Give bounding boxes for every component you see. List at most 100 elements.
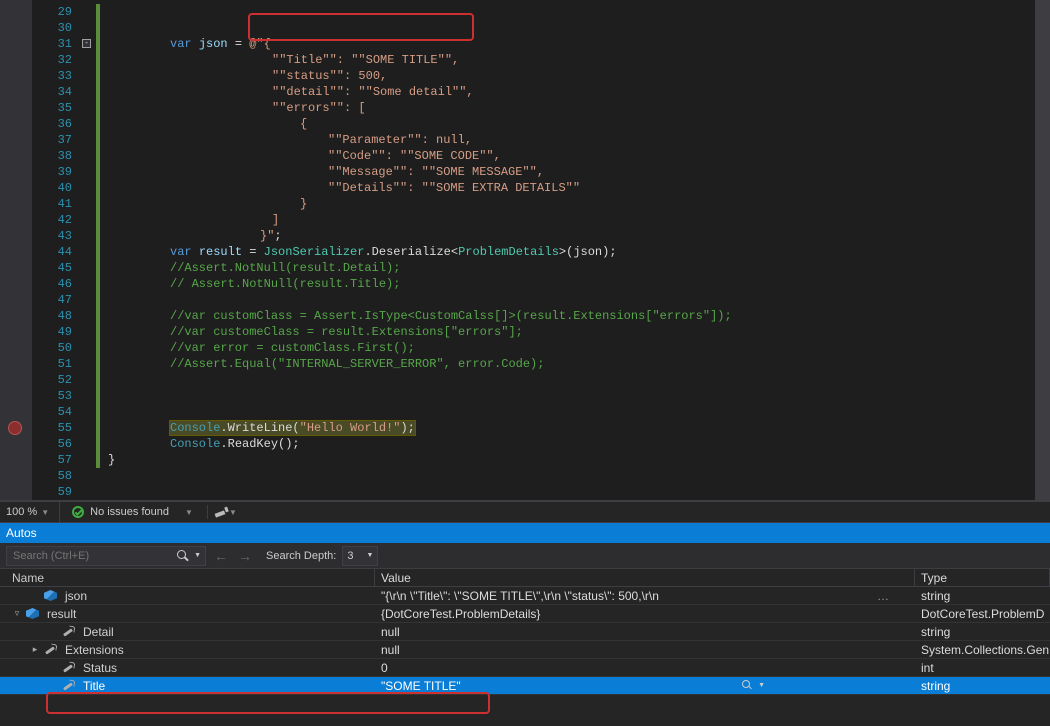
code-line[interactable]: ""errors"": [ xyxy=(104,100,1050,116)
nav-back-button[interactable]: ← xyxy=(212,549,230,563)
code-line[interactable]: //var customeClass = result.Extensions["… xyxy=(104,324,1050,340)
code-line[interactable]: Console.ReadKey(); xyxy=(104,436,1050,452)
code-line[interactable]: ""Code"": ""SOME CODE"", xyxy=(104,148,1050,164)
cell-type: string xyxy=(915,677,1050,694)
code-line[interactable]: ""Details"": ""SOME EXTRA DETAILS"" xyxy=(104,180,1050,196)
chevron-down-icon: ▼ xyxy=(229,508,237,517)
line-number: 33 xyxy=(32,68,72,84)
code-line[interactable]: } xyxy=(104,196,1050,212)
cell-value[interactable]: 0 xyxy=(375,659,915,676)
cell-name: json xyxy=(0,587,375,604)
line-number: 51 xyxy=(32,356,72,372)
issues-text: No issues found xyxy=(90,506,169,518)
code-line[interactable] xyxy=(104,372,1050,388)
property-icon xyxy=(44,644,57,656)
variable-name: json xyxy=(65,589,87,603)
line-number: 37 xyxy=(32,132,72,148)
column-value[interactable]: Value xyxy=(375,569,915,586)
cell-value[interactable]: null xyxy=(375,623,915,640)
code-line[interactable]: { xyxy=(104,116,1050,132)
cell-value[interactable]: "SOME TITLE"▼ xyxy=(375,677,915,694)
cell-type: string xyxy=(915,587,1050,604)
search-input[interactable] xyxy=(13,550,143,562)
column-name[interactable]: Name xyxy=(0,569,375,586)
code-line[interactable] xyxy=(104,484,1050,500)
autos-variables-table[interactable]: Name Value Type json "{\r\n \"Title\": \"… xyxy=(0,569,1050,726)
code-line[interactable] xyxy=(104,20,1050,36)
line-number-gutter: 2930313233343536373839404142434445464748… xyxy=(32,0,80,500)
code-editor[interactable]: 2930313233343536373839404142434445464748… xyxy=(0,0,1050,501)
code-line[interactable] xyxy=(104,292,1050,308)
code-line[interactable]: //var customClass = Assert.IsType<Custom… xyxy=(104,308,1050,324)
nav-forward-button[interactable]: → xyxy=(236,549,254,563)
editor-vertical-scrollbar[interactable] xyxy=(1035,0,1050,500)
property-icon xyxy=(62,680,75,692)
cell-type: int xyxy=(915,659,1050,676)
code-area[interactable]: var json = @"{""Title"": ""SOME TITLE"",… xyxy=(100,0,1050,500)
search-depth-select[interactable]: 3 ▼ xyxy=(342,546,378,566)
annotation-box-title-row xyxy=(46,692,490,714)
table-row[interactable]: Title"SOME TITLE"▼string xyxy=(0,677,1050,695)
line-number: 46 xyxy=(32,276,72,292)
code-line[interactable]: ""status"": 500, xyxy=(104,68,1050,84)
code-line[interactable]: Console.WriteLine("Hello World!"); xyxy=(104,420,1050,436)
code-line[interactable] xyxy=(104,388,1050,404)
expand-toggle-icon[interactable]: ▸ xyxy=(30,644,40,655)
expand-toggle-icon[interactable]: ▿ xyxy=(12,608,22,619)
autos-search-box[interactable]: ▼ xyxy=(6,546,206,566)
line-number: 59 xyxy=(32,484,72,500)
code-line[interactable]: } xyxy=(104,452,1050,468)
brush-icon[interactable] xyxy=(214,506,227,518)
line-number: 58 xyxy=(32,468,72,484)
cell-name: Detail xyxy=(0,623,375,640)
variable-name: result xyxy=(47,607,76,621)
column-type[interactable]: Type xyxy=(915,569,1050,586)
cell-value[interactable]: null xyxy=(375,641,915,658)
variable-icon xyxy=(26,608,39,619)
table-row[interactable]: json "{\r\n \"Title\": \"SOME TITLE\",\r\… xyxy=(0,587,1050,605)
autos-tab-label: Autos xyxy=(6,526,37,540)
cell-value[interactable]: {DotCoreTest.ProblemDetails} xyxy=(375,605,915,622)
code-line[interactable]: var json = @"{ xyxy=(104,36,1050,52)
check-circle-icon xyxy=(72,506,84,518)
code-line[interactable]: // Assert.NotNull(result.Title); xyxy=(104,276,1050,292)
cell-type: System.Collections.Gen xyxy=(915,641,1050,658)
code-line[interactable]: //Assert.NotNull(result.Detail); xyxy=(104,260,1050,276)
cell-value[interactable]: "{\r\n \"Title\": \"SOME TITLE\",\r\n \"… xyxy=(375,587,915,604)
search-icon[interactable] xyxy=(177,550,189,562)
table-row[interactable]: Status 0int xyxy=(0,659,1050,677)
code-line[interactable]: }"; xyxy=(104,228,1050,244)
visualizer-button[interactable]: ▼ xyxy=(742,680,765,691)
table-row[interactable]: ▸ExtensionsnullSystem.Collections.Gen xyxy=(0,641,1050,659)
line-number: 52 xyxy=(32,372,72,388)
code-line[interactable]: ""Message"": ""SOME MESSAGE"", xyxy=(104,164,1050,180)
code-line[interactable]: ""detail"": ""Some detail"", xyxy=(104,84,1050,100)
fold-toggle-icon[interactable]: - xyxy=(82,39,91,48)
line-number: 49 xyxy=(32,324,72,340)
code-line[interactable] xyxy=(104,468,1050,484)
variable-name: Status xyxy=(83,661,117,675)
breakpoint-gutter[interactable] xyxy=(0,0,32,500)
error-status[interactable]: No issues found xyxy=(60,506,181,518)
code-line[interactable]: ""Parameter"": null, xyxy=(104,132,1050,148)
search-depth-label: Search Depth: xyxy=(266,550,336,562)
breakpoint-icon[interactable] xyxy=(8,421,22,435)
cell-name: ▸Extensions xyxy=(0,641,375,658)
table-row[interactable]: ▿result{DotCoreTest.ProblemDetails}DotCo… xyxy=(0,605,1050,623)
code-line[interactable]: var result = JsonSerializer.Deserialize<… xyxy=(104,244,1050,260)
chevron-down-icon: ▼ xyxy=(758,682,765,689)
fold-gutter[interactable]: - xyxy=(80,0,96,500)
chevron-down-icon[interactable]: ▼ xyxy=(194,552,201,559)
line-number: 47 xyxy=(32,292,72,308)
table-row[interactable]: Detailnullstring xyxy=(0,623,1050,641)
variable-icon xyxy=(44,590,57,601)
code-line[interactable]: //Assert.Equal("INTERNAL_SERVER_ERROR", … xyxy=(104,356,1050,372)
zoom-level[interactable]: 100 % ▼ xyxy=(0,502,60,522)
code-line[interactable] xyxy=(104,404,1050,420)
code-line[interactable] xyxy=(104,4,1050,20)
autos-panel-tab[interactable]: Autos xyxy=(0,523,1050,543)
code-line[interactable]: ""Title"": ""SOME TITLE"", xyxy=(104,52,1050,68)
code-line[interactable]: //var error = customClass.First(); xyxy=(104,340,1050,356)
line-number: 41 xyxy=(32,196,72,212)
code-line[interactable]: ] xyxy=(104,212,1050,228)
